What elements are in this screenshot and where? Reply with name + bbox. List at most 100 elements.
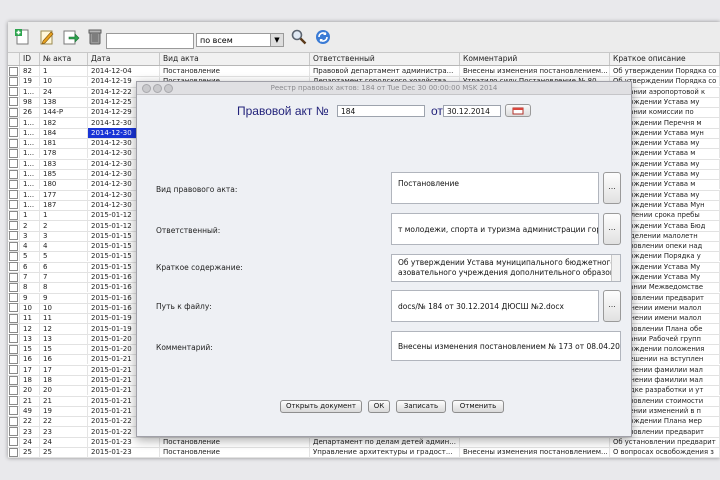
row-checkbox[interactable] xyxy=(8,261,20,272)
open-document-button[interactable]: Открыть документ xyxy=(280,400,362,413)
checkbox[interactable] xyxy=(9,221,18,230)
search-input[interactable] xyxy=(106,33,194,49)
refresh-icon[interactable] xyxy=(312,26,334,48)
checkbox[interactable] xyxy=(9,138,18,148)
row-checkbox[interactable] xyxy=(8,107,20,118)
row-checkbox[interactable] xyxy=(8,230,20,241)
column-date[interactable]: Дата xyxy=(88,53,160,65)
row-checkbox[interactable] xyxy=(8,354,20,365)
checkbox[interactable] xyxy=(9,118,18,127)
row-checkbox[interactable] xyxy=(8,416,20,427)
column-comment[interactable]: Комментарий xyxy=(460,53,610,65)
cancel-button[interactable]: Отменить xyxy=(452,400,504,413)
checkbox[interactable] xyxy=(9,251,18,261)
responsible-browse-button[interactable]: ... xyxy=(603,213,621,245)
checkbox[interactable] xyxy=(9,334,18,344)
add-document-icon[interactable] xyxy=(12,26,34,48)
checkbox[interactable] xyxy=(9,66,18,76)
row-checkbox[interactable] xyxy=(8,86,20,97)
dialog-titlebar[interactable]: Реестр правовых актов: 184 от Tue Dec 30… xyxy=(137,82,631,95)
checkbox[interactable] xyxy=(9,385,18,395)
ok-button[interactable]: ОК xyxy=(368,400,390,413)
row-checkbox[interactable] xyxy=(8,282,20,293)
checkbox[interactable] xyxy=(9,427,18,436)
checkbox[interactable] xyxy=(9,272,18,282)
row-checkbox[interactable] xyxy=(8,323,20,334)
trash-icon[interactable] xyxy=(84,26,106,48)
table-row[interactable]: 25 25 2015-01-23 Постановление Управление ар… xyxy=(8,447,720,458)
edit-icon[interactable] xyxy=(36,26,58,48)
checkbox[interactable] xyxy=(9,128,18,138)
responsible-field[interactable]: т молодежи, спорта и туризма администрац… xyxy=(391,213,599,245)
checkbox[interactable] xyxy=(9,324,18,333)
act-date-input[interactable]: 30.12.2014 xyxy=(443,105,501,117)
checkbox[interactable] xyxy=(9,293,18,303)
row-checkbox[interactable] xyxy=(8,158,20,169)
checkbox[interactable] xyxy=(9,107,18,117)
checkbox[interactable] xyxy=(9,200,18,210)
column-check[interactable] xyxy=(8,53,20,65)
search-scope-select[interactable]: по всем ▼ xyxy=(196,33,284,47)
row-checkbox[interactable] xyxy=(8,436,20,447)
checkbox[interactable] xyxy=(9,210,18,220)
row-checkbox[interactable] xyxy=(8,76,20,87)
save-button[interactable]: Записать xyxy=(396,400,446,413)
checkbox[interactable] xyxy=(9,179,18,189)
row-checkbox[interactable] xyxy=(8,241,20,252)
checkbox[interactable] xyxy=(9,76,18,86)
checkbox[interactable] xyxy=(9,406,18,416)
checkbox[interactable] xyxy=(9,365,18,375)
row-checkbox[interactable] xyxy=(8,66,20,76)
kind-field[interactable]: Постановление xyxy=(391,172,599,204)
row-checkbox[interactable] xyxy=(8,364,20,375)
checkbox[interactable] xyxy=(9,344,18,354)
row-checkbox[interactable] xyxy=(8,220,20,231)
row-checkbox[interactable] xyxy=(8,344,20,355)
kind-browse-button[interactable]: ... xyxy=(603,172,621,204)
row-checkbox[interactable] xyxy=(8,385,20,396)
row-checkbox[interactable] xyxy=(8,292,20,303)
row-checkbox[interactable] xyxy=(8,457,20,458)
row-checkbox[interactable] xyxy=(8,272,20,282)
row-checkbox[interactable] xyxy=(8,426,20,437)
file-path-field[interactable]: docs/№ 184 от 30.12.2014 ДЮСШ №2.docx xyxy=(391,290,599,322)
row-checkbox[interactable] xyxy=(8,117,20,128)
row-checkbox[interactable] xyxy=(8,333,20,344)
checkbox[interactable] xyxy=(9,241,18,251)
row-checkbox[interactable] xyxy=(8,179,20,190)
checkbox[interactable] xyxy=(9,148,18,158)
checkbox[interactable] xyxy=(9,231,18,241)
export-icon[interactable] xyxy=(60,26,82,48)
row-checkbox[interactable] xyxy=(8,395,20,406)
checkbox[interactable] xyxy=(9,262,18,272)
checkbox[interactable] xyxy=(9,169,18,179)
checkbox[interactable] xyxy=(9,437,18,447)
column-description[interactable]: Краткое описание xyxy=(610,53,720,65)
checkbox[interactable] xyxy=(9,447,18,457)
checkbox[interactable] xyxy=(9,87,18,97)
row-checkbox[interactable] xyxy=(8,313,20,324)
column-responsible[interactable]: Ответственный xyxy=(310,53,460,65)
summary-scrollbar[interactable] xyxy=(611,255,620,281)
row-checkbox[interactable] xyxy=(8,127,20,138)
checkbox[interactable] xyxy=(9,159,18,169)
table-row[interactable]: 26262015-01-23ПостановлениеУправление му… xyxy=(8,457,720,458)
summary-textarea[interactable]: Об утверждении Устава муниципального бюд… xyxy=(391,254,621,282)
row-checkbox[interactable] xyxy=(8,148,20,159)
checkbox[interactable] xyxy=(9,396,18,406)
row-checkbox[interactable] xyxy=(8,138,20,149)
column-number[interactable]: № акта xyxy=(40,53,88,65)
column-id[interactable]: ID xyxy=(20,53,40,65)
row-checkbox[interactable] xyxy=(8,199,20,210)
row-checkbox[interactable] xyxy=(8,210,20,221)
checkbox[interactable] xyxy=(9,354,18,364)
row-checkbox[interactable] xyxy=(8,302,20,313)
checkbox[interactable] xyxy=(9,303,18,313)
checkbox[interactable] xyxy=(9,313,18,323)
act-number-input[interactable]: 184 xyxy=(337,105,425,117)
checkbox[interactable] xyxy=(9,282,18,292)
row-checkbox[interactable] xyxy=(8,169,20,179)
checkbox[interactable] xyxy=(9,375,18,385)
file-path-browse-button[interactable]: ... xyxy=(603,290,621,322)
row-checkbox[interactable] xyxy=(8,375,20,385)
